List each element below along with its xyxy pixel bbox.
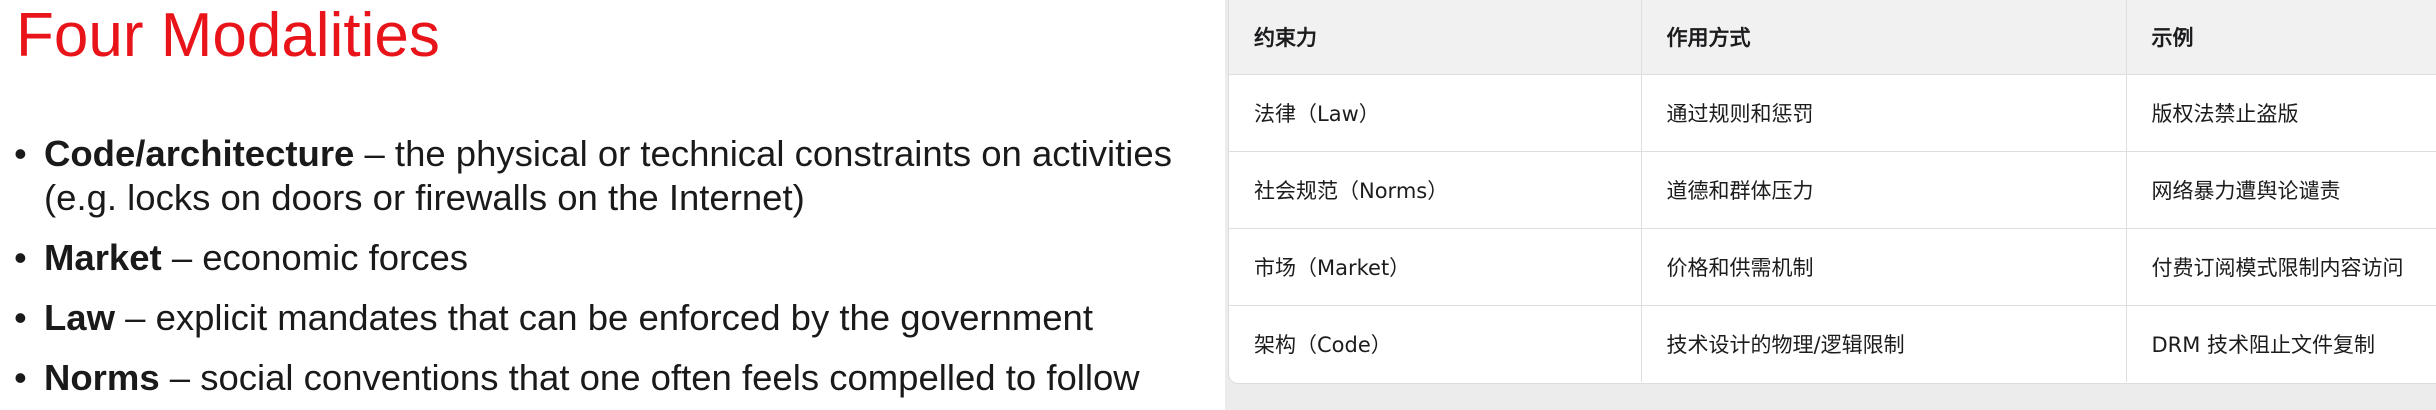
table-row: 社会规范（Norms） 道德和群体压力 网络暴力遭舆论谴责	[1229, 151, 2436, 229]
column-header-example: 示例	[2125, 0, 2436, 75]
bullet-term: Norms	[44, 357, 160, 398]
bullet-text: – explicit mandates that can be enforced…	[115, 297, 1093, 338]
bullet-item-norms: • Norms – social conventions that one of…	[14, 356, 1172, 400]
table-cell: 网络暴力遭舆论谴责	[2125, 151, 2436, 229]
table-cell: 付费订阅模式限制内容访问	[2125, 228, 2436, 306]
bullet-list: • Code/architecture – the physical or te…	[14, 132, 1172, 410]
table-row: 法律（Law） 通过规则和惩罚 版权法禁止盗版	[1229, 74, 2436, 152]
bullet-glyph: •	[14, 297, 27, 338]
bullet-glyph: •	[14, 357, 27, 398]
bullet-term: Market	[44, 237, 162, 278]
table-row: 市场（Market） 价格和供需机制 付费订阅模式限制内容访问	[1229, 228, 2436, 306]
table-cell: 架构（Code）	[1254, 333, 1392, 357]
table-cell: 技术设计的物理/逻辑限制	[1640, 305, 2126, 382]
slide: Four Modalities • Code/architecture – th…	[0, 0, 1230, 410]
table-cell: 价格和供需机制	[1640, 228, 2126, 306]
bullet-item-law: • Law – explicit mandates that can be en…	[14, 296, 1172, 340]
bullet-text: – the physical or technical constraints …	[354, 133, 1172, 174]
page: Four Modalities • Code/architecture – th…	[0, 0, 2436, 410]
column-header-mechanism: 作用方式	[1640, 0, 2126, 75]
table-cell: 法律（Law）	[1229, 74, 1641, 152]
bullet-item-code: • Code/architecture – the physical or te…	[14, 132, 1172, 220]
table-cell: 社会规范（Norms）	[1229, 151, 1641, 229]
slide-title: Four Modalities	[16, 1, 440, 70]
table-header-row: 约束力 作用方式 示例	[1229, 0, 2436, 75]
table-cell: 通过规则和惩罚	[1640, 74, 2126, 152]
bullet-text-continued: (e.g. locks on doors or firewalls on the…	[44, 177, 805, 218]
table-panel: 约束力 作用方式 示例 法律（Law） 通过规则和惩罚 版权法禁止盗版 社会规范…	[1225, 0, 2436, 410]
bullet-term: Code/architecture	[44, 133, 355, 174]
table-cell: 市场（Market）	[1229, 228, 1641, 306]
bullet-text: – economic forces	[161, 237, 469, 278]
table-row: 架构（Code） 技术设计的物理/逻辑限制 DRM 技术阻止文件复制	[1229, 305, 2436, 382]
modalities-table: 约束力 作用方式 示例 法律（Law） 通过规则和惩罚 版权法禁止盗版 社会规范…	[1229, 0, 2436, 382]
table-cell: 版权法禁止盗版	[2125, 74, 2436, 152]
column-header-constraint: 约束力	[1229, 0, 1641, 75]
bullet-glyph: •	[14, 237, 27, 278]
table-cell: 道德和群体压力	[1640, 151, 2126, 229]
bullet-glyph: •	[14, 133, 27, 174]
table-cell: DRM 技术阻止文件复制	[2125, 305, 2436, 382]
bullet-text: – social conventions that one often feel…	[159, 357, 1140, 398]
table-card: 约束力 作用方式 示例 法律（Law） 通过规则和惩罚 版权法禁止盗版 社会规范…	[1228, 0, 2436, 384]
bullet-term: Law	[44, 297, 115, 338]
bullet-item-market: • Market – economic forces	[14, 236, 1172, 280]
